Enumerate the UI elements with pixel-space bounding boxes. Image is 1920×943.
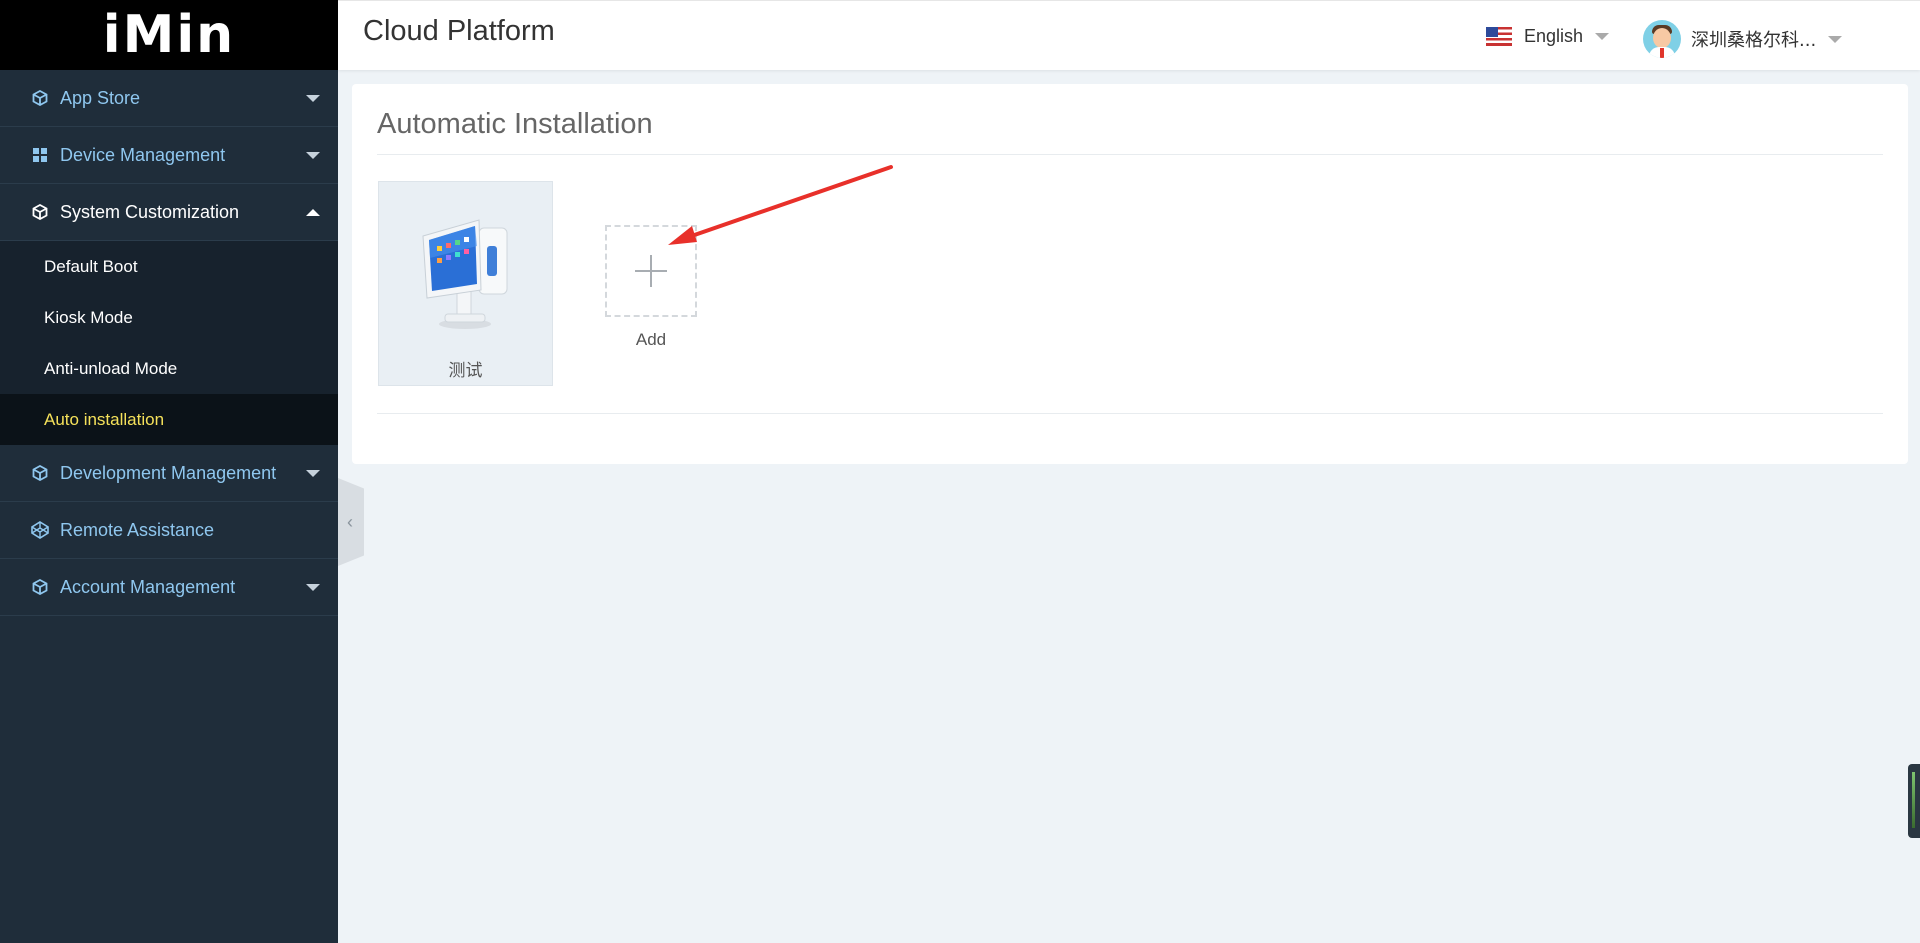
grid-icon [30,145,50,165]
submenu-system-customization: Default Boot Kiosk Mode Anti-unload Mode… [0,241,338,445]
us-flag-icon [1486,27,1512,46]
chevron-down-icon [1595,33,1610,40]
plus-icon [635,255,667,287]
cube-icon [30,202,50,222]
submenu-item-kiosk-mode[interactable]: Kiosk Mode [0,292,338,343]
sidebar-item-remote-assistance[interactable]: Remote Assistance [0,502,338,559]
chevron-down-icon [1828,35,1843,43]
device-name: 测试 [448,361,483,381]
top-header: Cloud Platform English 深圳桑格尔科... [338,0,1920,70]
sidebar-item-label: App Store [60,87,141,108]
submenu-item-default-boot[interactable]: Default Boot [0,241,338,292]
side-widget[interactable] [1908,764,1920,838]
cube-icon [30,463,50,483]
sidebar-item-app-store[interactable]: App Store [0,70,338,127]
sidebar-item-label: Remote Assistance [60,519,215,540]
submenu-item-auto-installation[interactable]: Auto installation [0,394,338,445]
sidebar-item-system-customization[interactable]: System Customization [0,184,338,241]
chevron-left-icon: ‹ [347,511,353,532]
sidebar-collapse-toggle[interactable]: ‹ [338,478,364,566]
avatar [1643,20,1681,58]
add-label: Add [635,330,667,349]
sidebar-item-label: Account Management [60,576,236,597]
logo-text: iMin [102,5,236,65]
cube-icon [30,577,50,597]
user-name: 深圳桑格尔科... [1691,30,1817,51]
chevron-down-icon [306,583,320,591]
device-card[interactable]: 测试 [378,181,553,386]
sidebar: iMin App Store Device Management System … [0,0,338,943]
sidebar-item-label: Development Management [60,462,277,483]
submenu-item-anti-unload-mode[interactable]: Anti-unload Mode [0,343,338,394]
section-title: Automatic Installation [377,108,653,140]
sidebar-item-label: Device Management [60,144,226,165]
add-button[interactable] [605,225,697,317]
chevron-down-icon [306,151,320,159]
language-selector[interactable]: English [1486,26,1610,47]
user-menu[interactable]: 深圳桑格尔科... [1643,20,1843,58]
divider [377,413,1883,414]
chevron-down-icon [306,469,320,477]
sidebar-item-account-management[interactable]: Account Management [0,559,338,616]
language-label: English [1524,26,1584,46]
chevron-down-icon [306,94,320,102]
pos-terminal-image [422,219,508,329]
logo[interactable]: iMin [0,0,338,70]
sidebar-item-development-management[interactable]: Development Management [0,445,338,502]
chevron-up-icon [306,208,320,216]
cube-icon [30,88,50,108]
divider [377,154,1883,155]
sidebar-item-label: System Customization [60,201,240,222]
auto-installation-panel: Automatic Installation 测试 Add [352,84,1908,464]
codepen-icon [30,520,50,540]
sidebar-item-device-management[interactable]: Device Management [0,127,338,184]
page-title: Cloud Platform [363,15,555,47]
